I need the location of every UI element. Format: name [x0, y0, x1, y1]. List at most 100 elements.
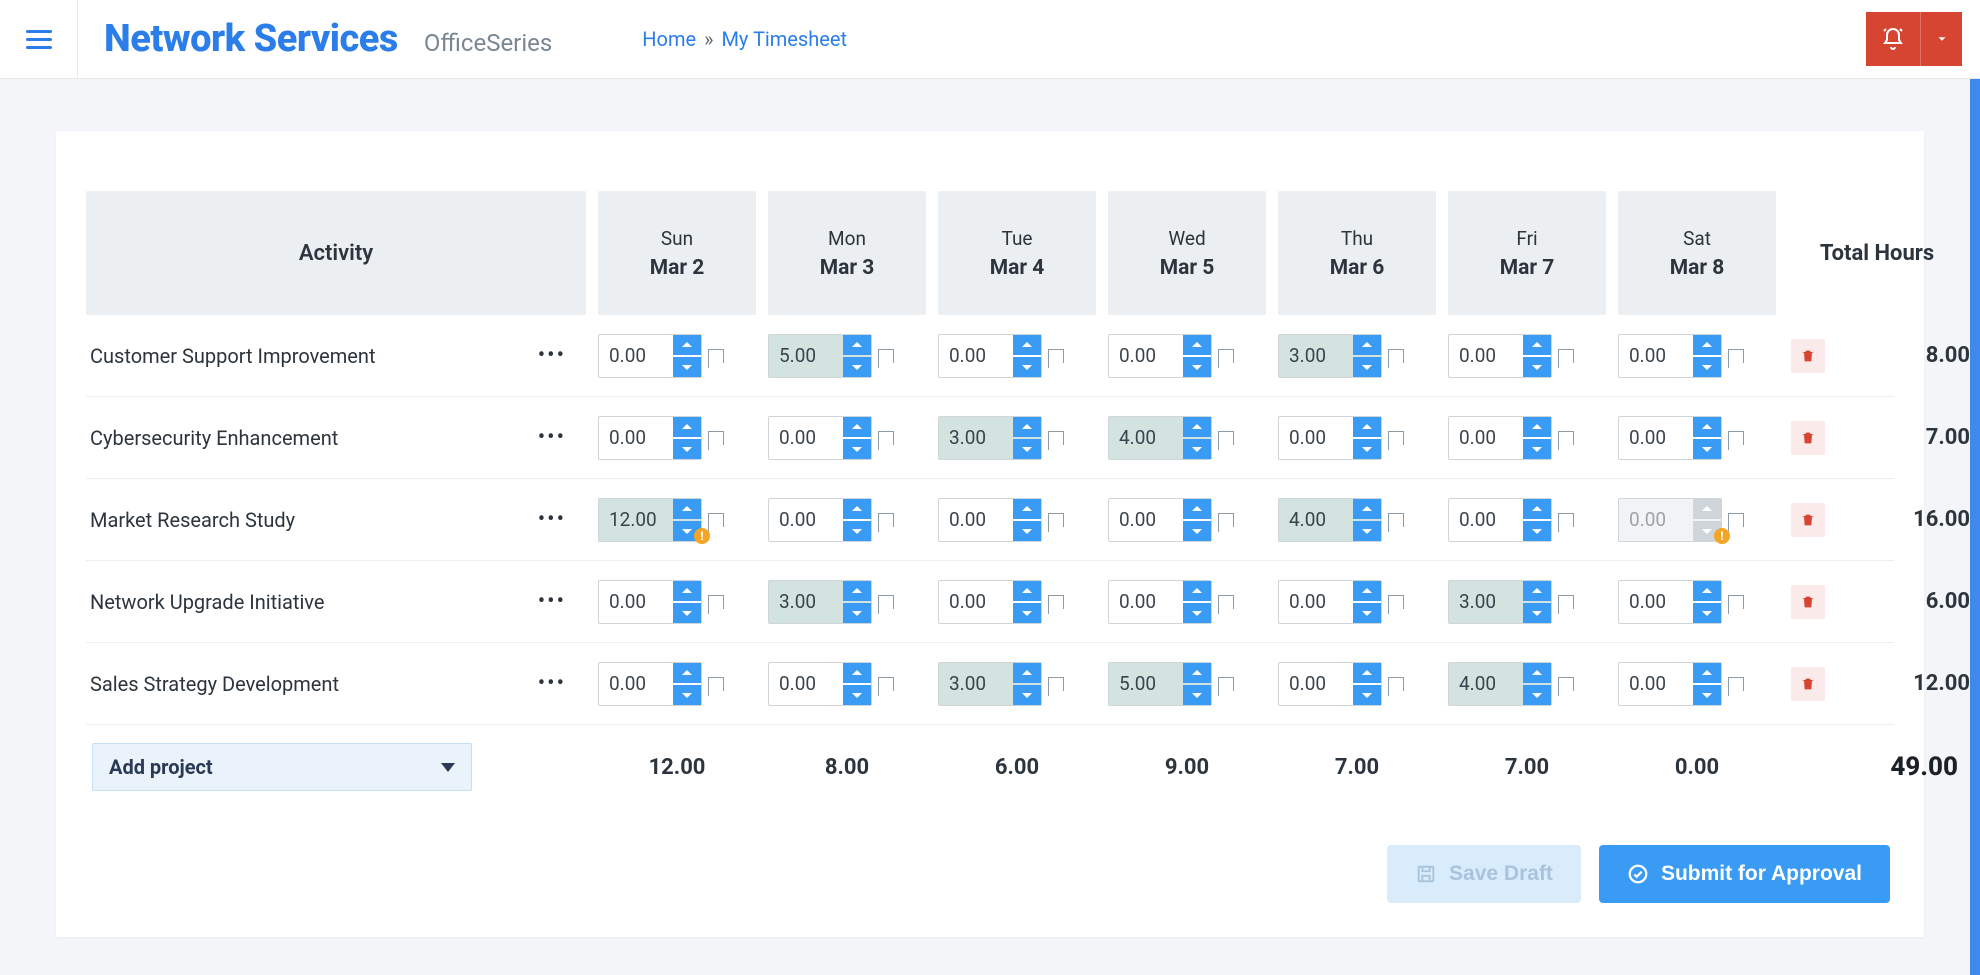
hours-input[interactable] [1109, 335, 1183, 377]
increment-button[interactable] [1013, 417, 1041, 437]
increment-button[interactable] [843, 581, 871, 601]
decrement-button[interactable] [1183, 603, 1211, 623]
note-flag-icon[interactable] [708, 431, 724, 445]
hours-input[interactable] [1279, 417, 1353, 459]
note-flag-icon[interactable] [708, 595, 724, 609]
menu-button[interactable] [0, 0, 78, 79]
hours-input[interactable] [1279, 663, 1353, 705]
note-flag-icon[interactable] [1558, 513, 1574, 527]
hours-input[interactable] [1449, 663, 1523, 705]
increment-button[interactable] [673, 335, 701, 355]
hours-input[interactable] [1449, 335, 1523, 377]
decrement-button[interactable] [1523, 439, 1551, 459]
increment-button[interactable] [1013, 663, 1041, 683]
note-flag-icon[interactable] [878, 431, 894, 445]
hours-input[interactable] [1109, 663, 1183, 705]
hours-input[interactable] [1449, 581, 1523, 623]
hours-input[interactable] [1109, 499, 1183, 541]
increment-button[interactable] [1353, 335, 1381, 355]
note-flag-icon[interactable] [1728, 349, 1744, 363]
note-flag-icon[interactable] [708, 349, 724, 363]
increment-button[interactable] [1693, 417, 1721, 437]
increment-button[interactable] [843, 335, 871, 355]
decrement-button[interactable] [1693, 685, 1721, 705]
increment-button[interactable] [1183, 499, 1211, 519]
increment-button[interactable] [1013, 335, 1041, 355]
decrement-button[interactable] [673, 439, 701, 459]
decrement-button[interactable] [1013, 685, 1041, 705]
note-flag-icon[interactable] [1048, 513, 1064, 527]
decrement-button[interactable] [673, 685, 701, 705]
notification-button[interactable] [1866, 12, 1920, 66]
hours-input[interactable] [769, 581, 843, 623]
hours-input[interactable] [1619, 581, 1693, 623]
hours-input[interactable] [769, 417, 843, 459]
increment-button[interactable] [1353, 499, 1381, 519]
increment-button[interactable] [843, 417, 871, 437]
row-menu-button[interactable]: ••• [528, 501, 576, 538]
decrement-button[interactable] [1013, 357, 1041, 377]
submit-approval-button[interactable]: Submit for Approval [1599, 845, 1890, 903]
decrement-button[interactable] [1523, 521, 1551, 541]
decrement-button[interactable] [1523, 603, 1551, 623]
row-menu-button[interactable]: ••• [528, 419, 576, 456]
note-flag-icon[interactable] [1218, 513, 1234, 527]
note-flag-icon[interactable] [1558, 595, 1574, 609]
increment-button[interactable] [1353, 663, 1381, 683]
note-flag-icon[interactable] [708, 513, 724, 527]
note-flag-icon[interactable] [1558, 431, 1574, 445]
decrement-button[interactable] [1013, 439, 1041, 459]
hours-input[interactable] [1279, 581, 1353, 623]
decrement-button[interactable] [843, 685, 871, 705]
note-flag-icon[interactable] [1728, 431, 1744, 445]
hours-input[interactable] [769, 663, 843, 705]
note-flag-icon[interactable] [878, 677, 894, 691]
note-flag-icon[interactable] [1728, 513, 1744, 527]
note-flag-icon[interactable] [1218, 677, 1234, 691]
row-menu-button[interactable]: ••• [528, 337, 576, 374]
increment-button[interactable] [673, 417, 701, 437]
increment-button[interactable] [1523, 417, 1551, 437]
note-flag-icon[interactable] [1048, 431, 1064, 445]
increment-button[interactable] [1693, 335, 1721, 355]
delete-row-button[interactable] [1791, 339, 1825, 373]
hours-input[interactable] [599, 663, 673, 705]
decrement-button[interactable] [673, 603, 701, 623]
increment-button[interactable] [1523, 663, 1551, 683]
note-flag-icon[interactable] [878, 595, 894, 609]
note-flag-icon[interactable] [1558, 677, 1574, 691]
hours-input[interactable] [1109, 581, 1183, 623]
hours-input[interactable] [1449, 499, 1523, 541]
breadcrumb-home[interactable]: Home [642, 27, 696, 51]
decrement-button[interactable] [1013, 603, 1041, 623]
hours-input[interactable] [1619, 663, 1693, 705]
decrement-button[interactable] [1353, 439, 1381, 459]
note-flag-icon[interactable] [1048, 677, 1064, 691]
scrollbar[interactable] [1970, 79, 1980, 975]
increment-button[interactable] [673, 663, 701, 683]
note-flag-icon[interactable] [1388, 595, 1404, 609]
note-flag-icon[interactable] [878, 349, 894, 363]
delete-row-button[interactable] [1791, 585, 1825, 619]
notification-dropdown-button[interactable] [1920, 12, 1962, 66]
increment-button[interactable] [1353, 581, 1381, 601]
hours-input[interactable] [1279, 335, 1353, 377]
hours-input[interactable] [939, 335, 1013, 377]
increment-button[interactable] [843, 499, 871, 519]
note-flag-icon[interactable] [878, 513, 894, 527]
decrement-button[interactable] [1353, 357, 1381, 377]
increment-button[interactable] [673, 581, 701, 601]
decrement-button[interactable] [1693, 439, 1721, 459]
increment-button[interactable] [1523, 581, 1551, 601]
decrement-button[interactable] [673, 357, 701, 377]
delete-row-button[interactable] [1791, 503, 1825, 537]
increment-button[interactable] [1183, 417, 1211, 437]
hours-input[interactable] [1619, 499, 1693, 541]
decrement-button[interactable] [1183, 357, 1211, 377]
hours-input[interactable] [939, 417, 1013, 459]
hours-input[interactable] [599, 417, 673, 459]
hours-input[interactable] [939, 663, 1013, 705]
increment-button[interactable] [1183, 335, 1211, 355]
note-flag-icon[interactable] [1218, 431, 1234, 445]
hours-input[interactable] [1619, 417, 1693, 459]
